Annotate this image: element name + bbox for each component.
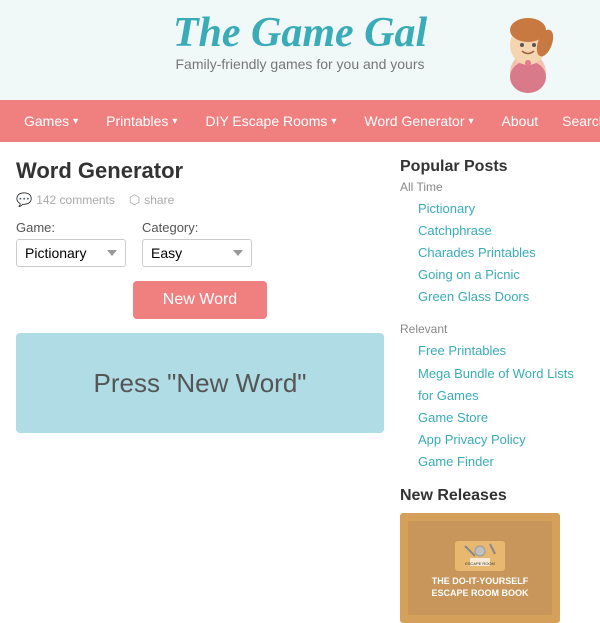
comment-icon: 💬 [16,192,32,208]
word-display-area: Press "New Word" [16,333,384,433]
all-time-list: Pictionary Catchphrase Charades Printabl… [400,198,588,308]
list-item: Going on a Picnic [418,264,588,286]
svg-text:ESCAPE ROOM: ESCAPE ROOM [465,561,495,566]
list-item: Game Finder [418,451,588,473]
list-item: Game Store [418,407,588,429]
relevant-list: Free Printables Mega Bundle of Word List… [400,340,588,473]
main-nav: Games ▾ Printables ▾ DIY Escape Rooms ▾ … [0,100,600,142]
popular-posts-title: Popular Posts [400,158,588,176]
word-display-text: Press "New Word" [93,368,306,399]
comments-meta[interactable]: 💬 142 comments [16,192,115,208]
relevant-label: Relevant [400,322,588,336]
all-time-label: All Time [400,180,588,194]
relevant-post-5[interactable]: Game Finder [418,454,494,469]
category-select[interactable]: Easy Medium Hard [142,239,252,267]
escape-rooms-chevron-icon: ▾ [331,116,336,127]
share-icon: ⬡ [129,192,140,208]
nav-games[interactable]: Games ▾ [10,100,92,142]
list-item: Catchphrase [418,220,588,242]
meta-row: 💬 142 comments ⬡ share [16,192,384,208]
printables-chevron-icon: ▾ [172,116,177,127]
list-item: Free Printables [418,340,588,362]
nav-escape-rooms[interactable]: DIY Escape Rooms ▾ [191,100,350,142]
game-select[interactable]: Pictionary Charades Taboo Scattergories [16,239,126,267]
nav-about[interactable]: About [488,100,553,142]
relevant-post-2[interactable]: Mega Bundle of Word Lists for Games [418,366,574,403]
new-releases-title: New Releases [400,487,588,505]
category-label: Category: [142,220,252,235]
game-form-group: Game: Pictionary Charades Taboo Scatterg… [16,220,126,267]
word-generator-chevron-icon: ▾ [469,116,474,127]
list-item: Pictionary [418,198,588,220]
nav-printables[interactable]: Printables ▾ [92,100,191,142]
book-title: THE DO-IT-YOURSELF ESCAPE ROOM BOOK [414,576,546,599]
book-cover[interactable]: ESCAPE ROOM THE DO-IT-YOURSELF ESCAPE RO… [400,513,560,623]
main-layout: Word Generator 💬 142 comments ⬡ share Ga… [0,142,600,623]
relevant-post-3[interactable]: Game Store [418,410,488,425]
all-time-post-2[interactable]: Catchphrase [418,223,492,238]
book-illustration: ESCAPE ROOM [450,536,510,576]
page-title: Word Generator [16,158,384,184]
all-time-post-4[interactable]: Going on a Picnic [418,267,520,282]
all-time-post-3[interactable]: Charades Printables [418,245,536,260]
list-item: Green Glass Doors [418,286,588,308]
all-time-post-5[interactable]: Green Glass Doors [418,289,529,304]
list-item: Mega Bundle of Word Lists for Games [418,363,588,407]
list-item: App Privacy Policy [418,429,588,451]
games-chevron-icon: ▾ [73,116,78,127]
list-item: Charades Printables [418,242,588,264]
form-row: Game: Pictionary Charades Taboo Scatterg… [16,220,384,267]
relevant-post-1[interactable]: Free Printables [418,343,506,358]
game-label: Game: [16,220,126,235]
share-meta[interactable]: ⬡ share [129,192,174,208]
nav-word-generator[interactable]: Word Generator ▾ [350,100,487,142]
character-illustration [490,5,570,95]
category-form-group: Category: Easy Medium Hard [142,220,252,267]
main-content: Word Generator 💬 142 comments ⬡ share Ga… [0,142,400,623]
new-word-button[interactable]: New Word [133,281,267,319]
sidebar: Popular Posts All Time Pictionary Catchp… [400,142,600,623]
all-time-post-1[interactable]: Pictionary [418,201,475,216]
relevant-post-4[interactable]: App Privacy Policy [418,432,526,447]
book-cover-inner: ESCAPE ROOM THE DO-IT-YOURSELF ESCAPE RO… [408,521,552,615]
nav-search[interactable]: Search [552,113,600,129]
site-header: The Game Gal Family-friendly games for y… [0,0,600,100]
